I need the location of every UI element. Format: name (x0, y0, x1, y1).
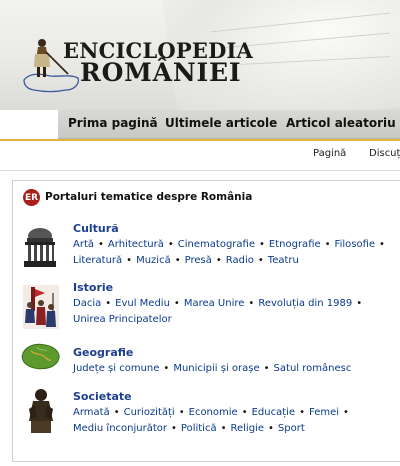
category-title-cultura[interactable]: Cultură (73, 222, 119, 235)
romania-map-icon (21, 341, 61, 375)
link-unirea-principatelor[interactable]: Unirea Principatelor (73, 314, 172, 325)
tab-divider (0, 170, 400, 171)
links-geografie-row1: Județe și comune • Municipii și orașe • Satu… (73, 363, 352, 374)
tab-page[interactable]: Pagină (313, 148, 346, 159)
links-societate-row2: Mediu înconjurător • Politică • Religie • Spor… (73, 423, 305, 434)
link-teatru[interactable]: Teatru (268, 255, 299, 266)
statue-icon (25, 387, 57, 439)
links-istorie-row1: Dacia • Evul Mediu • Marea Unire • Revoluția d… (73, 298, 363, 309)
link-religie[interactable]: Religie (231, 423, 265, 434)
links-istorie-row2: Unirea Principatelor (73, 314, 172, 325)
link-filosofie[interactable]: Filosofie (335, 239, 375, 250)
link-politica[interactable]: Politică (181, 423, 217, 434)
category-title-societate[interactable]: Societate (73, 390, 132, 403)
link-literatura[interactable]: Literatură (73, 255, 122, 266)
link-judete-comune[interactable]: Județe și comune (73, 363, 159, 374)
nav-main-page[interactable]: Prima pagină (68, 116, 158, 130)
link-municipii-orase[interactable]: Municipii și orașe (173, 363, 259, 374)
link-economie[interactable]: Economie (189, 407, 238, 418)
logo-title-line2[interactable]: ROMÂNIEI (80, 58, 241, 87)
link-femei[interactable]: Femei (309, 407, 339, 418)
link-cinematografie[interactable]: Cinematografie (178, 239, 255, 250)
link-radio[interactable]: Radio (226, 255, 254, 266)
category-title-geografie[interactable]: Geografie (73, 346, 133, 359)
links-cultura-row2: Literatură • Muzică • Presă • Radio • Teatru (73, 255, 299, 266)
athenaeum-icon (23, 226, 57, 274)
link-muzica[interactable]: Muzică (136, 255, 171, 266)
link-satul-romanesc[interactable]: Satul românesc (274, 363, 352, 374)
link-etnografie[interactable]: Etnografie (269, 239, 321, 250)
link-arhitectura[interactable]: Arhitectură (108, 239, 164, 250)
tab-discussion[interactable]: Discuț (369, 148, 400, 159)
portals-box: ER Portaluri tematice despre România Cul… (12, 180, 400, 462)
link-armata[interactable]: Armată (73, 407, 110, 418)
nav-random-article[interactable]: Articol aleatoriu (286, 116, 396, 130)
nav-recent-articles[interactable]: Ultimele articole (165, 116, 277, 130)
link-sport[interactable]: Sport (278, 423, 305, 434)
link-arta[interactable]: Artă (73, 239, 94, 250)
link-mediu-inconjurator[interactable]: Mediu înconjurător (73, 423, 167, 434)
category-title-istorie[interactable]: Istorie (73, 281, 113, 294)
link-marea-unire[interactable]: Marea Unire (184, 298, 245, 309)
er-badge-icon: ER (23, 189, 40, 206)
accent-rule (0, 139, 400, 141)
links-cultura-row1: Artă • Arhitectură • Cinematografie • Etnograf… (73, 239, 385, 250)
link-revolutia-1989[interactable]: Revoluția din 1989 (258, 298, 352, 309)
link-presa[interactable]: Presă (185, 255, 212, 266)
link-curiozitati[interactable]: Curiozități (124, 407, 175, 418)
link-evul-mediu[interactable]: Evul Mediu (115, 298, 170, 309)
main-navigation: Prima pagină Ultimele articole Articol a… (58, 110, 400, 139)
soldiers-icon (23, 285, 59, 333)
links-societate-row1: Armată • Curiozități • Economie • Educație • Fem… (73, 407, 349, 418)
link-educatie[interactable]: Educație (252, 407, 295, 418)
link-dacia[interactable]: Dacia (73, 298, 101, 309)
portals-title: Portaluri tematice despre România (45, 191, 253, 203)
site-header: ENCICLOPEDIA ROMÂNIEI (0, 0, 400, 110)
